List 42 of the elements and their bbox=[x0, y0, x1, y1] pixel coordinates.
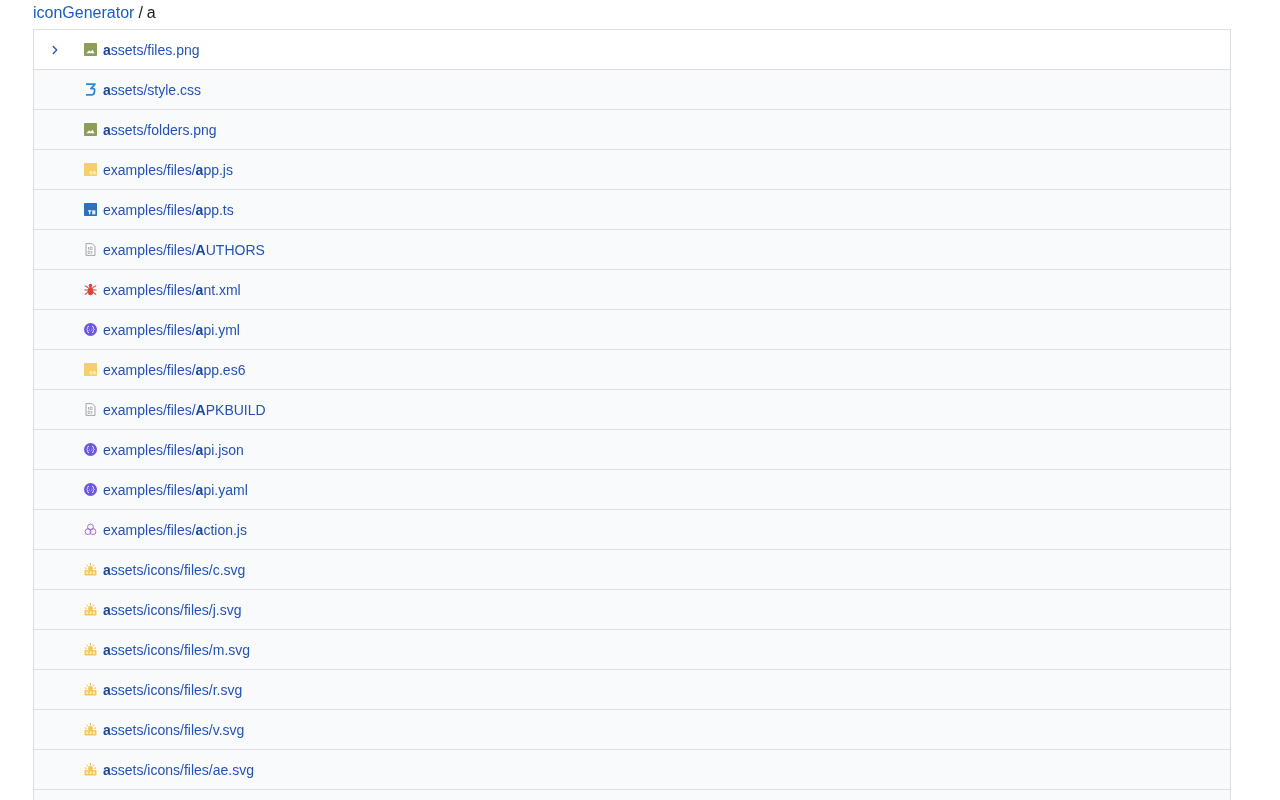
file-row[interactable]: assets/files.png bbox=[34, 30, 1230, 70]
svg-file-icon bbox=[84, 683, 97, 696]
binary-file-icon bbox=[84, 403, 97, 416]
braces-circle-icon bbox=[84, 443, 97, 456]
file-path: examples/files/action.js bbox=[103, 521, 247, 538]
svg-file-icon bbox=[84, 643, 97, 656]
css-file-icon bbox=[84, 83, 97, 96]
file-path: assets/icons/files/v.svg bbox=[103, 721, 245, 738]
image-icon bbox=[84, 43, 97, 56]
file-path: examples/files/api.json bbox=[103, 441, 244, 458]
file-path: examples/files/AUTHORS bbox=[103, 241, 265, 258]
file-path: examples/files/app.js bbox=[103, 161, 233, 178]
search-query: a bbox=[146, 2, 156, 23]
file-path: assets/icons/files/m.svg bbox=[103, 641, 251, 658]
svg-file-icon bbox=[84, 603, 97, 616]
svg-file-icon bbox=[84, 763, 97, 776]
ts-file-icon bbox=[84, 203, 97, 216]
file-path: examples/files/app.es6 bbox=[103, 361, 246, 378]
braces-circle-icon bbox=[84, 483, 97, 496]
file-path: assets/icons/files/r.svg bbox=[103, 681, 243, 698]
svg-file-icon bbox=[84, 723, 97, 736]
bug-icon bbox=[84, 283, 97, 296]
file-path: assets/icons/files/c.svg bbox=[103, 561, 246, 578]
file-path: assets/style.css bbox=[103, 81, 202, 98]
file-path: assets/icons/files/j.svg bbox=[103, 601, 242, 618]
js-file-icon bbox=[84, 363, 97, 376]
file-path: examples/files/APKBUILD bbox=[103, 401, 266, 418]
file-path: assets/icons/files/ae.svg bbox=[103, 761, 254, 778]
file-path: assets/folders.png bbox=[103, 121, 217, 138]
js-file-icon bbox=[84, 163, 97, 176]
file-path: examples/files/api.yaml bbox=[103, 481, 248, 498]
breadcrumb-separator: / bbox=[138, 2, 143, 23]
breadcrumb-link[interactable]: iconGenerator bbox=[33, 2, 135, 23]
trefoil-icon bbox=[84, 523, 97, 536]
file-path: examples/files/app.ts bbox=[103, 201, 234, 218]
binary-file-icon bbox=[84, 243, 97, 256]
svg-file-icon bbox=[84, 563, 97, 576]
image-icon bbox=[84, 123, 97, 136]
file-path: examples/files/ant.xml bbox=[103, 281, 241, 298]
file-path: assets/files.png bbox=[103, 41, 200, 58]
file-path: examples/files/api.yml bbox=[103, 321, 240, 338]
braces-circle-icon bbox=[84, 323, 97, 336]
